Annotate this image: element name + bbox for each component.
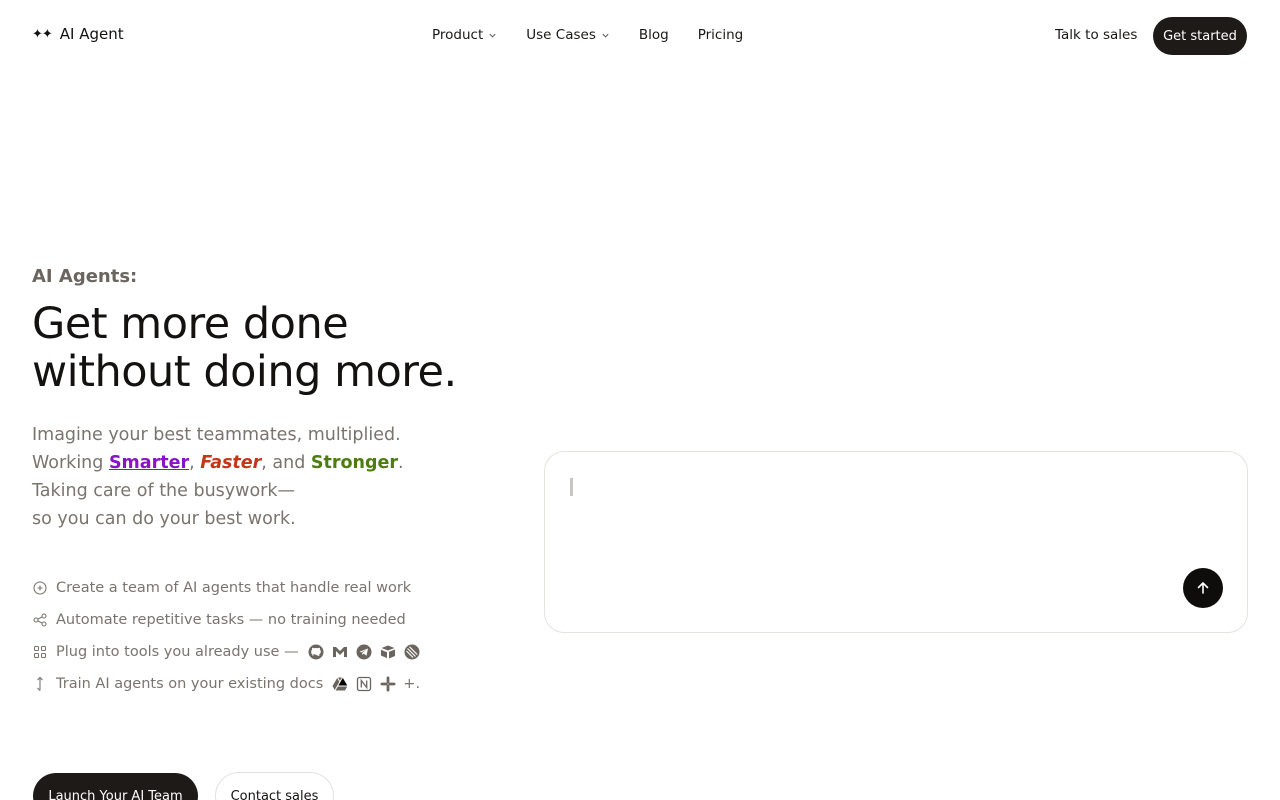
hero-eyebrow: AI Agents:: [32, 266, 138, 287]
feature-text: Automate repetitive tasks — no training …: [56, 612, 406, 628]
feature-text: Train AI agents on your existing docs: [56, 676, 324, 692]
feature-item: Train AI agents on your existing docs +.: [32, 668, 421, 700]
plus-circle-icon: [32, 580, 48, 596]
subtext-line-1: Imagine your best teammates, multiplied.: [32, 425, 401, 445]
arrow-up-icon: [1197, 582, 1209, 594]
feature-item: Automate repetitive tasks — no training …: [32, 604, 421, 636]
telegram-icon: [356, 644, 372, 660]
period-text: .: [398, 453, 404, 473]
get-started-button[interactable]: Get started: [1153, 17, 1247, 55]
subtext-line-4: so you can do your best work.: [32, 509, 296, 529]
doc-source-icons: [331, 675, 397, 693]
integration-icons: [307, 643, 421, 661]
slack-icon: [380, 676, 396, 692]
nav-item-label: Use Cases: [526, 27, 596, 43]
subtext-line-2: Working Smarter, Faster, and Stronger.: [32, 449, 404, 477]
nav-item-blog[interactable]: Blog: [639, 27, 669, 43]
headline-line-1: Get more done: [32, 299, 349, 349]
headline-line-2: without doing more.: [32, 347, 457, 397]
sparkle-icon: ✦✦: [32, 26, 53, 42]
hero-subtext: Imagine your best teammates, multiplied.…: [32, 421, 404, 533]
google-drive-icon: [332, 677, 348, 691]
gmail-icon: [332, 647, 347, 657]
stronger-word: Stronger: [310, 453, 399, 473]
working-text: Working: [32, 453, 109, 473]
hero-headline: Get more done without doing more.: [32, 300, 457, 396]
chevron-down-icon: [602, 33, 609, 38]
nav-item-label: Blog: [638, 27, 669, 43]
linear-icon: [404, 644, 420, 660]
main-menu: Product Use Cases Blog Pricing: [432, 27, 743, 43]
nav-item-product[interactable]: Product: [432, 27, 497, 43]
feature-text: Plug into tools you already use —: [56, 644, 299, 660]
logo[interactable]: ✦✦ AI Agent: [32, 25, 124, 43]
faster-word: Faster: [200, 453, 262, 473]
talk-to-sales-link[interactable]: Talk to sales: [1055, 27, 1137, 43]
subtext-line-3: Taking care of the busywork—: [32, 481, 295, 501]
launch-ai-team-button[interactable]: Launch Your AI Team: [33, 773, 198, 800]
smarter-word: Smarter: [108, 453, 190, 473]
feature-text: Create a team of AI agents that handle r…: [56, 580, 412, 596]
chevron-down-icon: [489, 33, 496, 38]
logo-text: AI Agent: [59, 25, 124, 43]
notion-icon: [357, 676, 372, 692]
top-navigation: ✦✦ AI Agent Product Use Cases Blog Prici…: [0, 0, 1280, 72]
nav-item-use-cases[interactable]: Use Cases: [526, 27, 610, 43]
feature-list: Create a team of AI agents that handle r…: [32, 572, 421, 700]
prompt-input[interactable]: [565, 472, 1185, 592]
feature-item: Plug into tools you already use —: [32, 636, 421, 668]
nav-item-label: Product: [432, 27, 484, 43]
contact-sales-button[interactable]: Contact sales: [215, 772, 334, 800]
comma-text: ,: [189, 453, 201, 473]
more-integrations-text: +.: [403, 676, 421, 692]
github-icon: [308, 644, 324, 660]
send-button[interactable]: [1183, 568, 1223, 608]
and-text: , and: [261, 453, 311, 473]
prompt-box: [544, 451, 1248, 633]
share-icon: [32, 612, 48, 628]
airtable-icon: [380, 645, 395, 659]
grid-icon: [32, 644, 48, 660]
feature-item: Create a team of AI agents that handle r…: [32, 572, 421, 604]
arrow-vertical-icon: [32, 676, 48, 692]
nav-item-pricing[interactable]: Pricing: [698, 27, 744, 43]
nav-item-label: Pricing: [697, 27, 744, 43]
